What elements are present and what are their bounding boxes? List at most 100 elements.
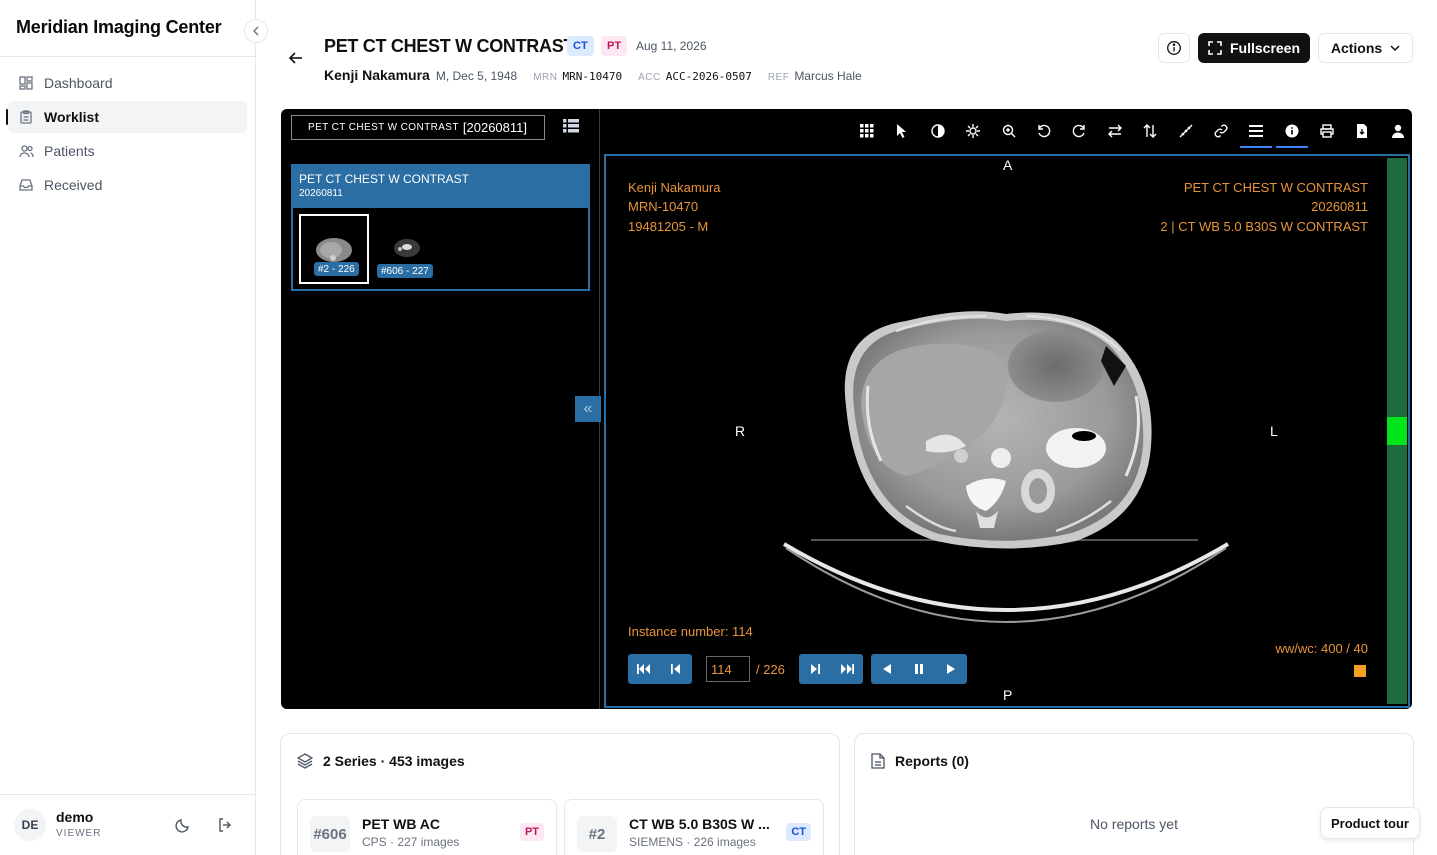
dicom-viewer: PET CT CHEST W CONTRAST [20260811] PET C…	[281, 109, 1412, 709]
play-button[interactable]	[934, 654, 967, 684]
study-selector[interactable]: PET CT CHEST W CONTRAST [20260811]	[291, 115, 545, 140]
link-button[interactable]	[1205, 115, 1237, 147]
patient-meta: Kenji Nakamura M, Dec 5, 1948 MRN MRN-10…	[324, 67, 862, 83]
modality-badge-ct: CT	[786, 823, 811, 841]
overlay-study-desc: PET CT CHEST W CONTRAST	[1183, 180, 1368, 195]
series-meta: CPS · 227 images	[362, 835, 460, 849]
overlay-study-date: 20260811	[1311, 199, 1368, 214]
theme-toggle-button[interactable]	[171, 813, 195, 837]
logout-button[interactable]	[213, 813, 237, 837]
series-card-pt[interactable]: #606 PET WB AC CPS · 227 images PT	[297, 799, 557, 855]
acc-value: ACC-2026-0507	[665, 70, 752, 83]
rotate-right-button[interactable]	[1063, 115, 1095, 147]
info-icon	[1285, 124, 1299, 138]
back-button[interactable]	[284, 46, 308, 70]
rotate-left-icon	[1038, 124, 1051, 138]
acc-label: ACC	[638, 72, 661, 83]
study-date: Aug 11, 2026	[636, 39, 707, 53]
menu-icon	[1249, 125, 1264, 137]
play-reverse-icon	[882, 664, 891, 674]
fullscreen-label: Fullscreen	[1229, 40, 1301, 56]
user-name: demo	[56, 809, 94, 825]
rotate-left-button[interactable]	[1028, 115, 1060, 147]
zoom-button[interactable]	[993, 115, 1025, 147]
series-card-ct[interactable]: #2 CT WB 5.0 B30S W ... SIEMENS · 226 im…	[564, 799, 824, 855]
print-button[interactable]	[1311, 115, 1343, 147]
rotate-right-icon	[1073, 124, 1086, 138]
collapse-sidebar-button[interactable]	[244, 19, 268, 43]
study-selector-date: [20260811]	[462, 120, 527, 135]
info-button[interactable]	[1158, 33, 1190, 63]
play-reverse-button[interactable]	[870, 654, 903, 684]
orientation-top: A	[1003, 157, 1013, 173]
overlay-info-button[interactable]	[1275, 115, 1308, 148]
actions-label: Actions	[1330, 40, 1383, 56]
overlay-instance-number: Instance number: 114	[628, 624, 753, 639]
ref-label: REF	[767, 72, 790, 83]
previous-frame-button[interactable]	[660, 654, 692, 684]
thumbnail-label: #2 - 226	[314, 262, 359, 276]
series-group-header[interactable]: PET CT CHEST W CONTRAST 20260811	[293, 166, 588, 208]
mrn-value: MRN-10470	[562, 70, 623, 83]
moon-icon	[175, 819, 189, 833]
last-frame-button[interactable]	[830, 654, 863, 684]
flip-horizontal-button[interactable]	[1099, 115, 1131, 147]
sidebar-item-label: Worklist	[44, 109, 99, 125]
patient-name: Kenji Nakamura	[324, 67, 430, 83]
modality-badge-pt: PT	[601, 36, 628, 56]
sidebar-item-label: Dashboard	[44, 75, 113, 91]
list-view-icon[interactable]	[563, 119, 583, 135]
patient-demographics: M, Dec 5, 1948	[435, 69, 518, 83]
product-tour-button[interactable]: Product tour	[1320, 807, 1420, 839]
sidebar-item-worklist[interactable]: Worklist	[6, 101, 247, 133]
series-thumbnail-ct[interactable]: #2 - 226	[299, 214, 369, 284]
frame-number-input[interactable]: 114	[706, 656, 750, 682]
contrast-button[interactable]	[922, 115, 954, 147]
info-icon	[1167, 41, 1181, 55]
viewer-toolbar	[851, 115, 1412, 148]
series-thumbnail-pt[interactable]: #606 - 227	[373, 214, 443, 284]
study-selector-desc: PET CT CHEST W CONTRAST	[308, 122, 459, 133]
zoom-icon	[1002, 124, 1016, 138]
contrast-icon	[931, 124, 945, 138]
study-browser-panel: PET CT CHEST W CONTRAST [20260811] PET C…	[281, 109, 601, 709]
series-name: PET WB AC	[362, 816, 441, 832]
image-viewport[interactable]: Kenji Nakamura MRN-10470 19481205 - M PE…	[604, 154, 1410, 708]
overlay-mrn: MRN-10470	[628, 199, 699, 214]
series-panel-title-text: 2 Series · 453 images	[323, 753, 465, 769]
pause-button[interactable]	[902, 654, 935, 684]
next-frame-button[interactable]	[798, 654, 831, 684]
avatar: DE	[14, 809, 46, 841]
layout-grid-icon	[860, 124, 874, 138]
series-group: PET CT CHEST W CONTRAST 20260811 #2 - 22…	[291, 164, 590, 291]
thumbnail-label: #606 - 227	[377, 264, 433, 278]
expand-icon	[1208, 41, 1222, 55]
actions-dropdown[interactable]: Actions	[1318, 33, 1413, 63]
flip-vertical-button[interactable]	[1134, 115, 1166, 147]
user-role: VIEWER	[56, 828, 102, 839]
download-button[interactable]	[1346, 115, 1378, 147]
collapse-panel-button[interactable]: «	[575, 396, 601, 422]
pointer-button[interactable]	[886, 115, 918, 147]
sidebar-divider	[0, 56, 255, 57]
logout-icon	[219, 818, 231, 832]
chevron-left-icon	[253, 26, 259, 36]
first-frame-button[interactable]	[628, 654, 660, 684]
layout-grid-button[interactable]	[851, 115, 883, 147]
sidebar-item-dashboard[interactable]: Dashboard	[8, 67, 247, 99]
pan-button[interactable]	[957, 115, 989, 147]
menu-button[interactable]	[1240, 115, 1273, 148]
overlay-window-level: ww/wc: 400 / 40	[1275, 641, 1369, 656]
cine-controls: 114 / 226	[628, 654, 967, 684]
sidebar-item-patients[interactable]: Patients	[8, 135, 247, 167]
sidebar-nav: Dashboard Worklist Patients Received	[6, 67, 247, 203]
series-group-date: 20260811	[299, 188, 343, 199]
sidebar-item-received[interactable]: Received	[8, 169, 247, 201]
measure-button[interactable]	[1170, 115, 1202, 147]
fullscreen-button[interactable]: Fullscreen	[1198, 33, 1310, 63]
link-icon	[1214, 124, 1228, 138]
slice-scrollbar-thumb[interactable]	[1387, 417, 1407, 445]
reports-panel-title-text: Reports (0)	[895, 753, 969, 769]
user-button[interactable]	[1382, 115, 1412, 147]
step-forward-icon	[810, 664, 820, 674]
